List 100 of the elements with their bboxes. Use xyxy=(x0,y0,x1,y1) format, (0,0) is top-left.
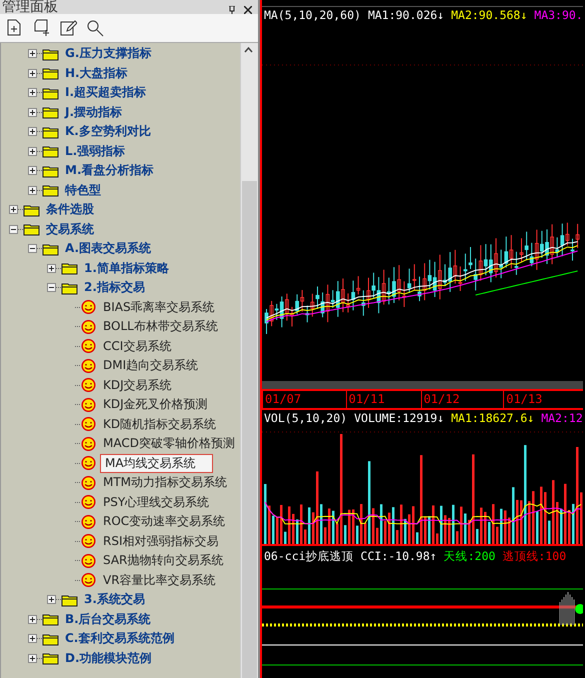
folder-icon xyxy=(42,164,59,178)
folder-icon xyxy=(23,222,40,236)
tree-item[interactable]: VR容量比率交易系统 xyxy=(100,570,219,590)
tree-item[interactable]: ROC变动速率交易系统 xyxy=(100,512,228,532)
expand-toggle[interactable] xyxy=(28,614,37,624)
tree-item[interactable]: BOLL布林带交易系统 xyxy=(100,317,221,336)
tree-item[interactable]: 3.系统交易 xyxy=(81,590,148,610)
smiley-icon xyxy=(80,320,97,334)
smiley-icon xyxy=(80,358,97,373)
legend-value: VOLUME:12919↓ xyxy=(354,411,444,425)
expand-toggle[interactable] xyxy=(28,49,37,58)
tree-item[interactable]: G.压力支撑指标 xyxy=(62,44,154,64)
legend-value: 06-cci抄底逃顶 xyxy=(264,548,354,564)
legend-value: MA1:90.026↓ xyxy=(368,8,444,22)
folder-icon xyxy=(61,592,78,607)
search-button[interactable] xyxy=(85,18,105,38)
date-label: 01/07 xyxy=(262,391,346,408)
panel-title: 管理面板 xyxy=(2,0,58,14)
folder-icon xyxy=(42,124,59,139)
edit-button[interactable] xyxy=(58,18,78,38)
legend-value: 天线:200 xyxy=(444,548,496,564)
folder-icon xyxy=(42,86,59,100)
smiley-icon xyxy=(80,300,97,314)
folder-icon xyxy=(42,183,59,198)
tree-item[interactable]: MA均线交易系统 xyxy=(100,454,213,473)
legend-value: MA(5,10,20,60) xyxy=(264,8,361,22)
smiley-icon xyxy=(80,398,97,412)
date-label: 01/11 xyxy=(346,391,421,408)
expand-toggle[interactable] xyxy=(9,205,18,214)
expand-toggle[interactable] xyxy=(47,595,56,604)
cci-spike-drawing xyxy=(560,592,574,626)
tree-item[interactable]: 特色型 xyxy=(62,180,104,200)
tree-item[interactable]: PSY心理线交易系统 xyxy=(100,492,212,512)
legend-value: MA1:18627.6↓ xyxy=(451,411,534,425)
smiley-icon xyxy=(80,495,97,510)
tree-item[interactable]: KDJ交易系统 xyxy=(100,376,175,395)
expand-toggle[interactable] xyxy=(28,68,37,78)
tree-item[interactable]: KD随机指标交易系统 xyxy=(100,414,220,434)
legend-value: VOL(5,10,20) xyxy=(264,411,348,425)
smiley-icon xyxy=(80,514,97,529)
tree-item[interactable]: CCI交易系统 xyxy=(100,336,174,356)
tree-item[interactable]: K.多空势利对比 xyxy=(62,122,154,142)
tree-item[interactable]: I.超买超卖指标 xyxy=(62,83,150,102)
folder-icon xyxy=(61,261,78,276)
expand-toggle[interactable] xyxy=(28,186,37,195)
tree-item[interactable]: 条件选股 xyxy=(43,200,97,220)
folder-icon xyxy=(42,651,59,666)
expand-toggle[interactable] xyxy=(28,108,37,117)
tree-item[interactable]: 2.指标交易 xyxy=(81,278,148,298)
tree-item[interactable]: 交易系统 xyxy=(43,220,97,239)
search-icon xyxy=(86,19,104,37)
tree-item[interactable]: RSI相对强弱指标交易 xyxy=(100,532,222,551)
folder-icon xyxy=(23,202,40,217)
pin-icon[interactable] xyxy=(228,6,236,14)
smiley-icon xyxy=(80,378,97,392)
folder-icon xyxy=(42,144,59,158)
tree-item[interactable]: DMI趋向交易系统 xyxy=(100,356,202,376)
scrollbar-thumb[interactable] xyxy=(242,181,257,678)
expand-toggle[interactable] xyxy=(28,146,37,156)
tree-item[interactable]: MACD突破零轴价格预测 xyxy=(100,434,238,454)
tree-item[interactable]: L.强弱指标 xyxy=(62,142,128,161)
tree-item[interactable]: M.看盘分析指标 xyxy=(62,161,156,180)
tree-item[interactable]: D.功能模块范例 xyxy=(62,648,155,668)
tree-item[interactable]: KDJ金死叉价格预测 xyxy=(100,395,211,414)
tree-item[interactable]: BIAS乖离率交易系统 xyxy=(100,298,218,317)
tree-item[interactable]: C.套利交易系统范例 xyxy=(62,629,178,648)
smiley-icon xyxy=(80,554,97,568)
expand-toggle[interactable] xyxy=(28,88,37,98)
expand-toggle[interactable] xyxy=(28,634,37,644)
tree-item[interactable]: 1.简单指标策略 xyxy=(81,258,172,278)
edit-icon xyxy=(59,19,77,37)
folder-icon xyxy=(61,280,78,295)
expand-toggle[interactable] xyxy=(28,654,37,663)
expand-toggle[interactable] xyxy=(28,166,37,176)
expand-toggle[interactable] xyxy=(47,264,56,273)
expand-toggle[interactable] xyxy=(47,283,56,292)
tree-item[interactable]: B.后台交易系统 xyxy=(62,610,154,629)
date-label: 01/12 xyxy=(420,391,504,408)
legend-value: MA2:12 xyxy=(541,411,583,425)
smiley-icon xyxy=(80,339,97,354)
expand-toggle[interactable] xyxy=(28,127,37,136)
expand-toggle[interactable] xyxy=(28,244,37,254)
expand-toggle[interactable] xyxy=(9,224,18,234)
date-label: 01/13 xyxy=(503,391,583,408)
tree-item[interactable]: J.摆动指标 xyxy=(62,102,126,122)
tree-item[interactable]: MTM动力指标交易系统 xyxy=(100,473,230,492)
tree-item[interactable]: SAR抛物转向交易系统 xyxy=(100,551,226,570)
smiley-icon xyxy=(80,417,97,432)
tree-item[interactable]: A.图表交易系统 xyxy=(62,239,154,258)
smiley-icon xyxy=(80,456,97,470)
folder-icon xyxy=(42,632,59,646)
folder-icon xyxy=(42,46,59,61)
folder-icon xyxy=(42,105,59,120)
new-file-icon xyxy=(5,19,23,37)
smiley-icon xyxy=(80,436,97,451)
tree-item[interactable]: H.大盘指标 xyxy=(62,64,131,83)
close-icon[interactable] xyxy=(244,6,252,14)
smiley-icon xyxy=(80,573,97,588)
smiley-icon xyxy=(80,476,97,490)
folder-icon xyxy=(42,66,59,80)
